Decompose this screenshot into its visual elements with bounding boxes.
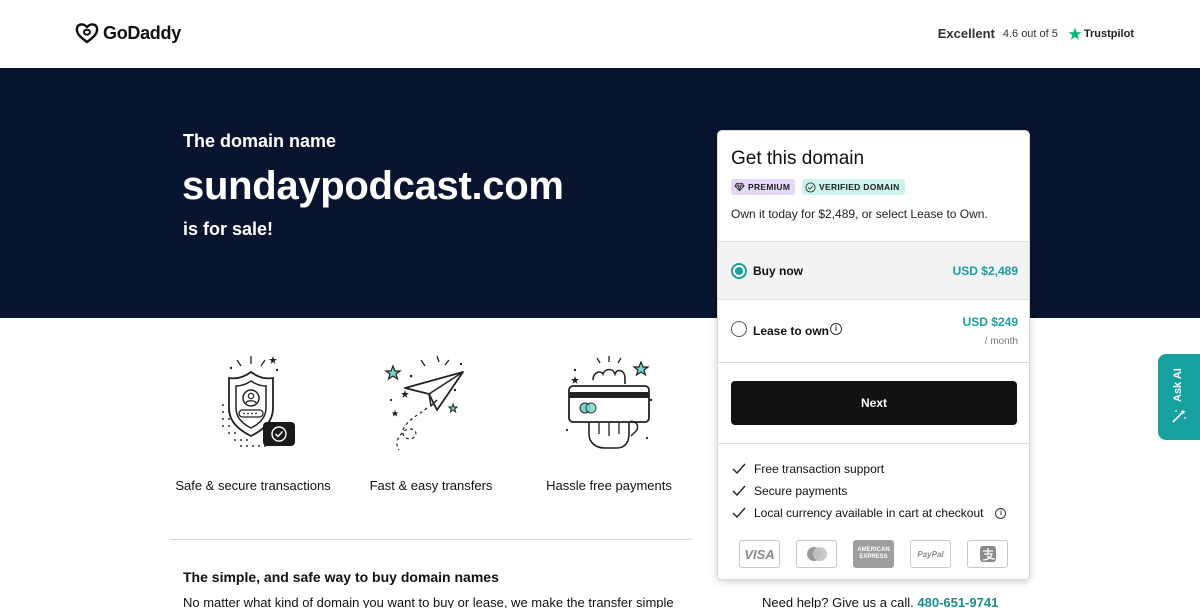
lease-to-own-label: Lease to own: [753, 324, 830, 338]
diamond-icon: [734, 182, 745, 192]
shield-user-icon: [222, 356, 295, 447]
lease-price: USD $249: [962, 315, 1018, 329]
premium-badge: PREMIUM: [731, 179, 796, 195]
buy-now-price: USD $2,489: [952, 264, 1018, 278]
perk-text: Local currency available in cart at chec…: [754, 506, 984, 520]
perk-item: Secure payments: [732, 484, 847, 498]
trustpilot-brand-text: Trustpilot: [1083, 27, 1134, 40]
buy-now-label: Buy now: [753, 264, 803, 278]
check-icon: [732, 507, 746, 519]
ask-ai-label: Ask AI: [1172, 368, 1184, 402]
hero-pre-text: The domain name: [183, 131, 337, 151]
buy-now-radio[interactable]: [731, 263, 747, 279]
trustpilot-star-icon: [1068, 27, 1082, 40]
lease-info-icon[interactable]: i: [830, 323, 842, 335]
feature-label: Safe & secure transactions: [175, 478, 331, 493]
hero-post-text: is for sale!: [183, 219, 274, 239]
trustpilot-brand: Trustpilot: [1068, 27, 1134, 41]
mastercard-icon: [796, 540, 837, 568]
amex-icon: AMERICAN EXPRESS: [853, 540, 894, 568]
option-lease-to-own[interactable]: Lease to own i USD $249 / month: [718, 299, 1029, 362]
perk-item: Free transaction support: [732, 462, 884, 476]
visa-icon: VISA: [739, 540, 780, 568]
paypal-icon: PayPal: [910, 540, 951, 568]
payment-methods: VISA AMERICAN EXPRESS PayPal: [739, 540, 1008, 568]
next-area: Next: [718, 362, 1029, 443]
godaddy-logo[interactable]: GoDaddy: [75, 22, 181, 44]
perk-text: Free transaction support: [754, 462, 885, 476]
info-title: The simple, and safe way to buy domain n…: [183, 569, 499, 585]
hero-domain-name: sundaypodcast.com: [182, 164, 564, 208]
perks-section: Free transaction support Secure payments…: [718, 443, 1029, 579]
godaddy-heart-icon: [75, 23, 99, 44]
alipay-icon: [967, 540, 1008, 568]
help-phone-link[interactable]: 480-651-9741: [917, 595, 998, 608]
hand-card-icon: [565, 356, 653, 449]
section-divider: [170, 539, 692, 540]
feature-label: Hassle free payments: [546, 478, 672, 493]
trustpilot-rating[interactable]: Excellent 4.6 out of 5 Trustpilot: [938, 26, 1134, 41]
trustpilot-rating-word: Excellent: [937, 26, 995, 41]
verified-badge: VERIFIED DOMAIN: [802, 179, 905, 195]
card-description: Own it today for $2,489, or select Lease…: [731, 207, 988, 221]
magic-wand-icon: [1172, 409, 1186, 423]
verified-badge-label: VERIFIED DOMAIN: [819, 182, 900, 192]
trustpilot-score: 4.6 out of 5: [1002, 27, 1058, 40]
option-buy-now[interactable]: Buy now USD $2,489: [718, 241, 1029, 299]
check-icon: [732, 463, 746, 475]
help-line: Need help? Give us a call. 480-651-9741: [762, 595, 998, 608]
lease-to-own-radio[interactable]: [731, 321, 747, 337]
feature-label: Fast & easy transfers: [369, 478, 493, 493]
feature-safe-secure: Safe & secure transactions: [168, 350, 338, 493]
perk-text: Secure payments: [754, 484, 848, 498]
info-body: No matter what kind of domain you want t…: [183, 595, 674, 608]
purchase-card: Get this domain PREMIUM VERIFIED DOMAIN …: [717, 130, 1030, 580]
perk-item: Local currency available in cart at chec…: [732, 506, 1007, 520]
feature-fast-easy: Fast & easy transfers: [346, 350, 516, 493]
ask-ai-button[interactable]: Ask AI: [1158, 354, 1200, 440]
paper-plane-icon: [384, 355, 464, 451]
currency-info-icon[interactable]: i: [995, 507, 1007, 519]
premium-badge-label: PREMIUM: [748, 182, 791, 192]
next-button[interactable]: Next: [731, 381, 1017, 425]
check-icon: [732, 485, 746, 497]
lease-price-period: / month: [984, 336, 1018, 347]
card-title: Get this domain: [731, 148, 865, 169]
check-circle-icon: [805, 181, 816, 193]
logo-text: GoDaddy: [103, 22, 181, 43]
site-header: GoDaddy Excellent 4.6 out of 5 Trustpilo…: [0, 0, 1200, 68]
help-text: Need help? Give us a call.: [762, 595, 914, 608]
feature-hassle-free: Hassle free payments: [524, 350, 694, 493]
